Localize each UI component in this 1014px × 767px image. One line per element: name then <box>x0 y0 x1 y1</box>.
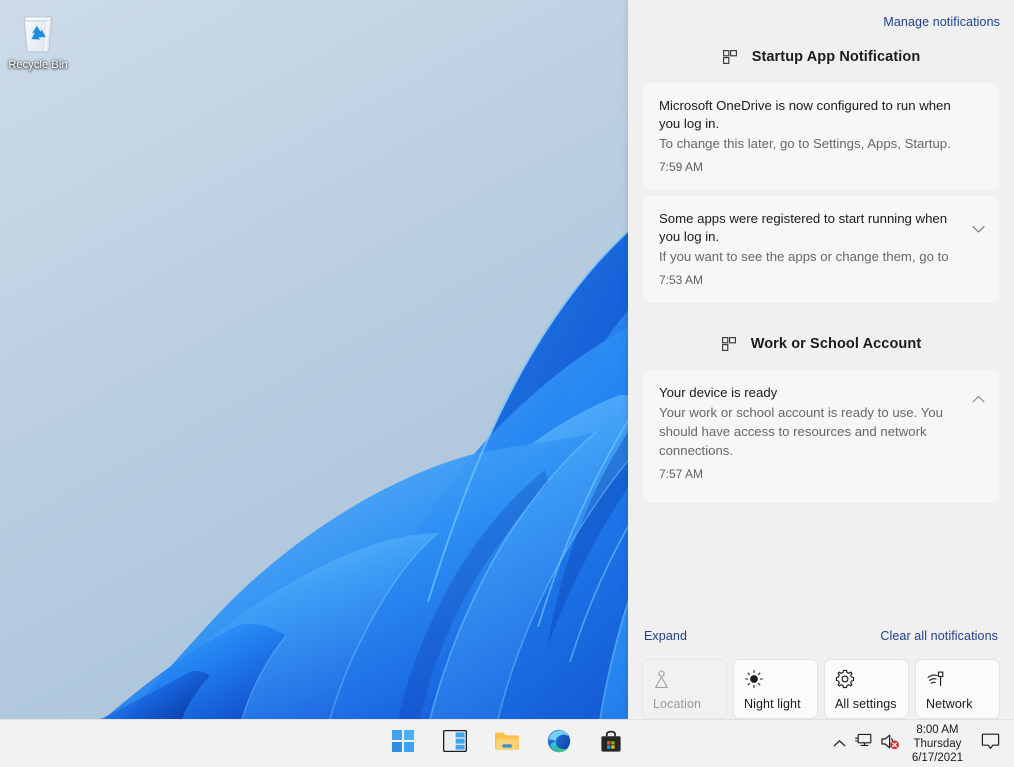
clear-all-notifications-link[interactable]: Clear all notifications <box>880 629 998 643</box>
notification-body: If you want to see the apps or change th… <box>659 249 949 264</box>
system-tray: 8:00 AM Thursday 6/17/2021 <box>829 720 1014 767</box>
chevron-down-icon[interactable] <box>967 218 989 240</box>
taskbar-clock[interactable]: 8:00 AM Thursday 6/17/2021 <box>904 722 971 766</box>
quick-tile-label: All settings <box>835 697 897 711</box>
notification-group-title: Startup App Notification <box>751 49 921 65</box>
quick-settings-tiles: Location Night light All settings Networ… <box>628 659 1014 719</box>
store-bag-icon <box>600 730 622 758</box>
notification-center-button[interactable] <box>971 724 1010 764</box>
quick-tile-night-light[interactable]: Night light <box>733 659 818 719</box>
start-button[interactable] <box>383 724 423 764</box>
network-icon <box>926 668 989 690</box>
notification-item[interactable]: Microsoft OneDrive is now configured to … <box>643 83 999 190</box>
desktop-icon-recycle-bin[interactable]: Recycle Bin <box>6 8 70 72</box>
notification-item[interactable]: Some apps were registered to start runni… <box>643 196 999 303</box>
manage-notifications-row: Manage notifications <box>883 13 1000 31</box>
notification-title: Your device is ready <box>659 385 778 400</box>
notification-title: Microsoft OneDrive is now configured to … <box>659 98 951 131</box>
edge-icon <box>547 729 571 758</box>
windows-desktop-screen: Recycle Bin Manage notifications Startup… <box>0 0 1014 767</box>
recycle-bin-icon <box>16 8 60 56</box>
notification-item[interactable]: Your device is ready Your work or school… <box>643 370 999 503</box>
expand-link[interactable]: Expand <box>644 629 687 643</box>
brightness-icon <box>744 668 807 690</box>
chevron-up-icon <box>833 735 846 753</box>
network-tray-button[interactable] <box>850 724 876 764</box>
desktop-icon-label: Recycle Bin <box>8 59 68 71</box>
folder-icon <box>494 730 520 757</box>
widgets-button[interactable] <box>435 724 475 764</box>
chat-bubble-icon <box>981 733 1000 755</box>
clock-time: 8:00 AM <box>916 723 959 736</box>
windows-grid-icon <box>721 336 737 352</box>
notification-center-panel: Manage notifications Startup App Notific… <box>628 0 1014 719</box>
windows-grid-icon <box>722 49 738 65</box>
notification-body: Your work or school account is ready to … <box>659 405 943 458</box>
notification-group-header-startup: Startup App Notification <box>628 42 1014 72</box>
clock-weekday: Thursday <box>913 737 962 750</box>
file-explorer-button[interactable] <box>487 724 527 764</box>
taskbar: 8:00 AM Thursday 6/17/2021 <box>0 719 1014 767</box>
footer-links-row: Expand Clear all notifications <box>628 624 1014 648</box>
notification-body: To change this later, go to Settings, Ap… <box>659 136 951 151</box>
notification-time: 7:53 AM <box>659 273 704 287</box>
show-hidden-icons-button[interactable] <box>829 724 850 764</box>
chevron-up-icon[interactable] <box>967 388 989 410</box>
manage-notifications-link[interactable]: Manage notifications <box>883 15 1000 29</box>
notification-title: Some apps were registered to start runni… <box>659 211 948 244</box>
notification-time: 7:57 AM <box>659 467 704 481</box>
clock-date: 6/17/2021 <box>911 751 963 764</box>
quick-tile-label: Network <box>926 697 973 711</box>
notification-group-header-work-school: Work or School Account <box>628 329 1014 359</box>
store-button[interactable] <box>591 724 631 764</box>
gear-icon <box>835 668 898 690</box>
notification-group-title: Work or School Account <box>750 336 922 352</box>
windows-logo-icon <box>392 730 414 757</box>
notification-time: 7:59 AM <box>659 160 704 174</box>
quick-tile-location[interactable]: Location <box>642 659 727 719</box>
quick-tile-network[interactable]: Network <box>915 659 1000 719</box>
ethernet-icon <box>854 733 872 754</box>
quick-tile-all-settings[interactable]: All settings <box>824 659 909 719</box>
quick-tile-label: Location <box>653 697 702 711</box>
quick-tile-label: Night light <box>744 697 801 711</box>
edge-button[interactable] <box>539 724 579 764</box>
widgets-icon <box>442 729 468 757</box>
speaker-muted-icon <box>880 733 900 755</box>
location-icon <box>653 668 716 690</box>
notification-panel-footer: Expand Clear all notifications Location <box>628 624 1014 719</box>
volume-muted-button[interactable] <box>876 724 904 764</box>
